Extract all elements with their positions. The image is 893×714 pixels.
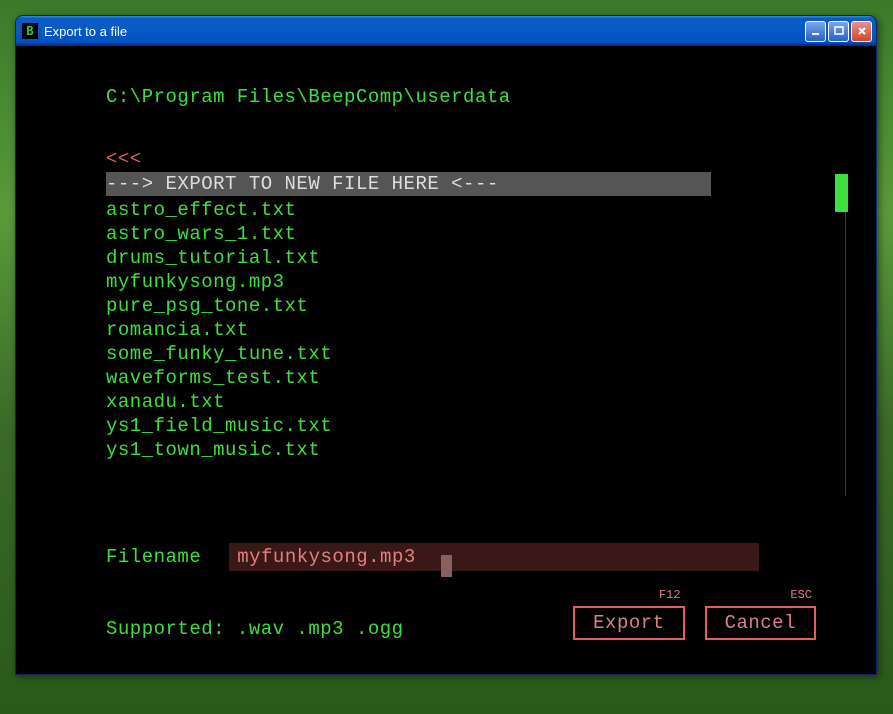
file-list-area: <<< ---> EXPORT TO NEW FILE HERE <--- as… <box>106 148 816 488</box>
cancel-hotkey-hint: ESC <box>790 588 812 602</box>
file-item[interactable]: romancia.txt <box>106 318 816 342</box>
minimize-button[interactable] <box>805 21 826 42</box>
dialog-content: C:\Program Files\BeepComp\userdata <<< -… <box>16 46 876 674</box>
file-item[interactable]: ys1_field_music.txt <box>106 414 816 438</box>
back-navigation[interactable]: <<< <box>106 148 816 170</box>
file-item[interactable]: pure_psg_tone.txt <box>106 294 816 318</box>
supported-formats: Supported: .wav .mp3 .ogg <box>106 618 404 640</box>
window-title: Export to a file <box>44 24 805 39</box>
scrollbar-track[interactable] <box>832 176 846 496</box>
file-item[interactable]: astro_wars_1.txt <box>106 222 816 246</box>
filename-input[interactable] <box>229 543 759 571</box>
export-button[interactable]: Export <box>573 606 684 640</box>
titlebar[interactable]: B Export to a file <box>16 16 876 46</box>
maximize-button[interactable] <box>828 21 849 42</box>
text-cursor <box>441 555 452 577</box>
file-item[interactable]: drums_tutorial.txt <box>106 246 816 270</box>
filename-label: Filename <box>106 546 201 568</box>
file-list: astro_effect.txt astro_wars_1.txt drums_… <box>106 198 816 462</box>
export-hotkey-hint: F12 <box>659 588 681 602</box>
file-item[interactable]: ys1_town_music.txt <box>106 438 816 462</box>
close-button[interactable] <box>851 21 872 42</box>
bottom-row: Supported: .wav .mp3 .ogg F12 Export ESC… <box>106 606 816 640</box>
export-new-file-option[interactable]: ---> EXPORT TO NEW FILE HERE <--- <box>106 172 711 196</box>
file-item[interactable]: xanadu.txt <box>106 390 816 414</box>
cancel-button[interactable]: Cancel <box>705 606 816 640</box>
export-dialog-window: B Export to a file C:\Program Files\Beep… <box>15 15 877 675</box>
file-item[interactable]: some_funky_tune.txt <box>106 342 816 366</box>
file-item[interactable]: astro_effect.txt <box>106 198 816 222</box>
action-buttons: F12 Export ESC Cancel <box>573 606 816 640</box>
file-item[interactable]: myfunkysong.mp3 <box>106 270 816 294</box>
filename-row: Filename <box>106 543 816 571</box>
current-path: C:\Program Files\BeepComp\userdata <box>106 86 816 108</box>
file-item[interactable]: waveforms_test.txt <box>106 366 816 390</box>
scrollbar-thumb[interactable] <box>835 174 848 212</box>
titlebar-buttons <box>805 21 872 42</box>
app-icon: B <box>22 23 38 39</box>
